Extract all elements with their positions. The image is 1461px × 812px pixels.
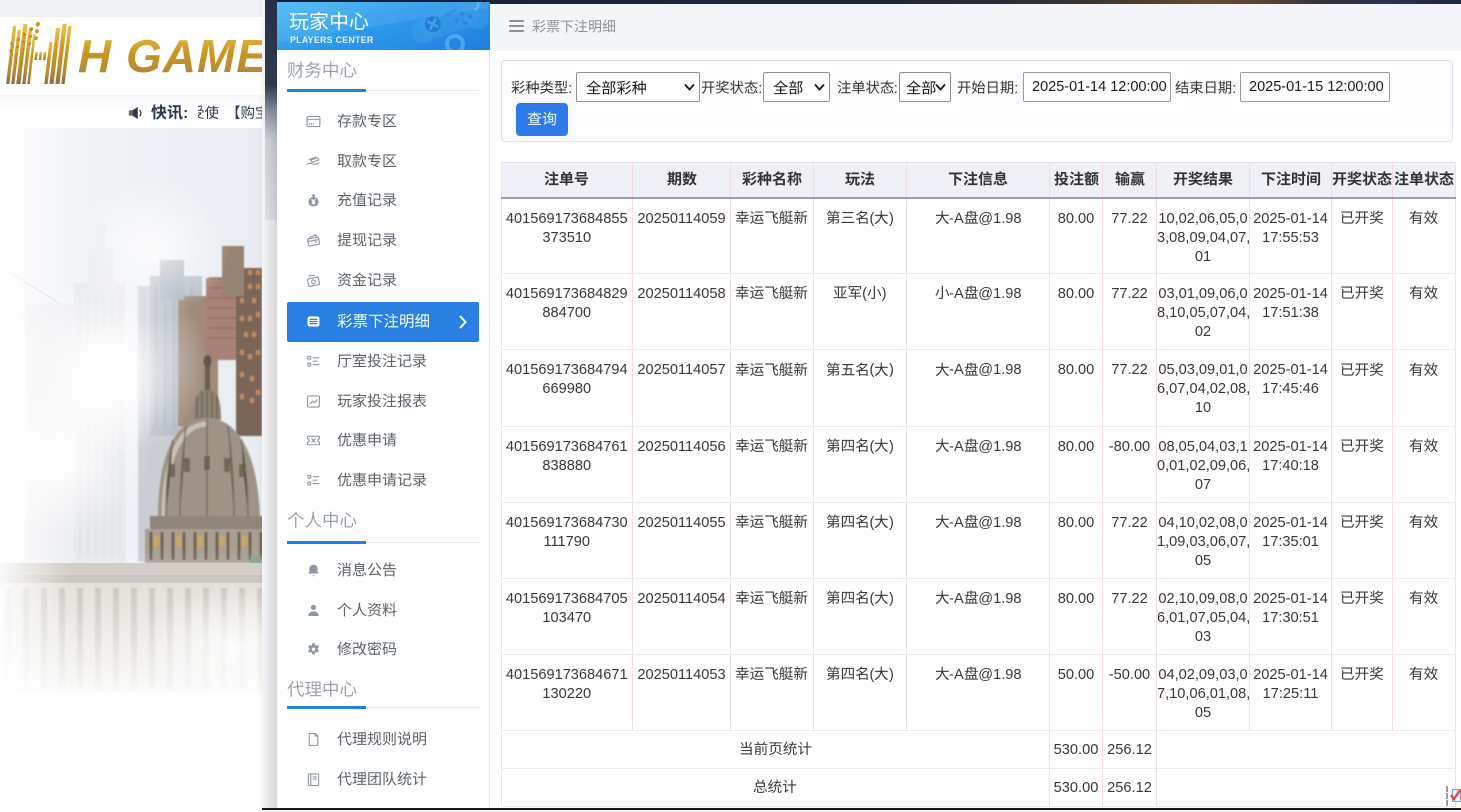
svg-text:H GAME: H GAME (78, 30, 262, 82)
